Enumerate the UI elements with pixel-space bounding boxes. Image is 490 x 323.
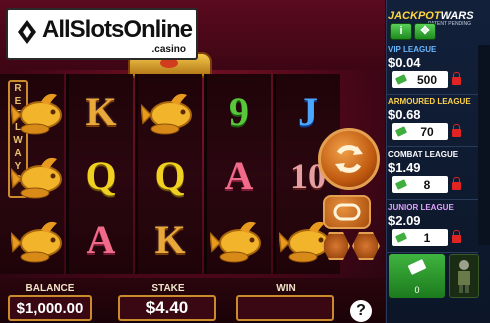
logo-text: AllSlotsOnline: [42, 16, 193, 43]
win-value: [236, 295, 334, 321]
league-card[interactable]: ARMOURED LEAGUE $0.68: [388, 97, 474, 122]
symbol-9: 9: [207, 80, 271, 144]
ticket-icon: [407, 259, 427, 275]
symbol-a: A: [69, 208, 133, 272]
balance-value: $1,000.00: [8, 295, 92, 321]
golden-fish-symbol: [8, 208, 72, 272]
league-name: JUNIOR LEAGUE: [388, 203, 454, 212]
league-value: $0.68: [388, 107, 421, 122]
league-card[interactable]: JUNIOR LEAGUE $2.09: [388, 203, 474, 228]
info-button[interactable]: i: [390, 23, 412, 40]
lock-icon: [452, 72, 461, 85]
golden-fish-icon: [11, 221, 62, 263]
golden-fish-symbol: [8, 144, 72, 208]
symbol-a: A: [207, 144, 271, 208]
golden-fish-symbol: [8, 80, 72, 144]
autoplay-button[interactable]: [323, 195, 371, 229]
card-suit-icon: [18, 20, 36, 44]
league-name: COMBAT LEAGUE: [388, 150, 459, 159]
symbol-letter: A: [86, 217, 116, 262]
ticket-number: 1: [423, 230, 431, 245]
ticket-number: 8: [423, 177, 431, 192]
lock-icon: [452, 230, 461, 243]
symbol-letter: A: [224, 153, 254, 198]
move-icon-button[interactable]: ✥: [414, 23, 436, 40]
golden-fish-icon: [141, 93, 192, 135]
spin-arrows-icon: [335, 145, 363, 173]
symbol-q: Q: [138, 144, 202, 208]
league-divider: [386, 146, 478, 147]
balance-label: BALANCE: [25, 283, 75, 294]
league-card[interactable]: COMBAT LEAGUE $1.49: [388, 150, 474, 175]
symbol-letter: 9: [229, 89, 249, 134]
symbol-q: Q: [69, 144, 133, 208]
league-divider: [386, 199, 478, 200]
league-value: $1.49: [388, 160, 421, 175]
help-button[interactable]: ?: [350, 300, 372, 322]
autoplay-icon: [333, 203, 361, 221]
ticket-number: 500: [416, 72, 438, 87]
symbol-letter: Q: [85, 153, 117, 198]
symbol-letter: Q: [154, 153, 186, 198]
golden-fish-symbol: [207, 208, 271, 272]
ticket-count: 0: [414, 285, 420, 295]
symbol-k: K: [69, 80, 133, 144]
golden-fish-icon: [11, 157, 62, 199]
league-divider: [386, 252, 478, 253]
panel-edge-strip: [478, 45, 490, 245]
league-divider: [386, 94, 478, 95]
symbol-letter: J: [298, 89, 318, 134]
win-label: WIN: [276, 283, 296, 294]
league-value: $0.04: [388, 55, 421, 70]
symbol-letter: K: [85, 89, 117, 134]
lock-icon: [452, 177, 461, 190]
symbol-k: K: [138, 208, 202, 272]
league-name: VIP LEAGUE: [388, 45, 437, 54]
ticket-number: 70: [420, 124, 434, 139]
stake-value[interactable]: $4.40: [118, 295, 216, 321]
symbol-letter: K: [154, 217, 186, 262]
soldier-icon: [458, 260, 470, 293]
golden-fish-icon: [11, 93, 62, 135]
league-ticket-count: 8: [392, 176, 448, 193]
league-value: $2.09: [388, 213, 421, 228]
lock-icon: [452, 124, 461, 137]
league-ticket-count: 500: [392, 71, 448, 88]
casino-logo: AllSlotsOnline .casino: [6, 8, 198, 60]
golden-fish-symbol: [138, 80, 202, 144]
league-ticket-count: 1: [392, 229, 448, 246]
logo-sub: .casino: [151, 44, 186, 55]
golden-fish-icon: [210, 221, 261, 263]
league-ticket-count: 70: [392, 123, 448, 140]
stake-label: STAKE: [151, 283, 185, 294]
league-name: ARMOURED LEAGUE: [388, 97, 471, 106]
spin-button[interactable]: [318, 128, 380, 190]
league-card[interactable]: VIP LEAGUE $0.04: [388, 45, 474, 70]
soldier-avatar[interactable]: [449, 254, 479, 298]
